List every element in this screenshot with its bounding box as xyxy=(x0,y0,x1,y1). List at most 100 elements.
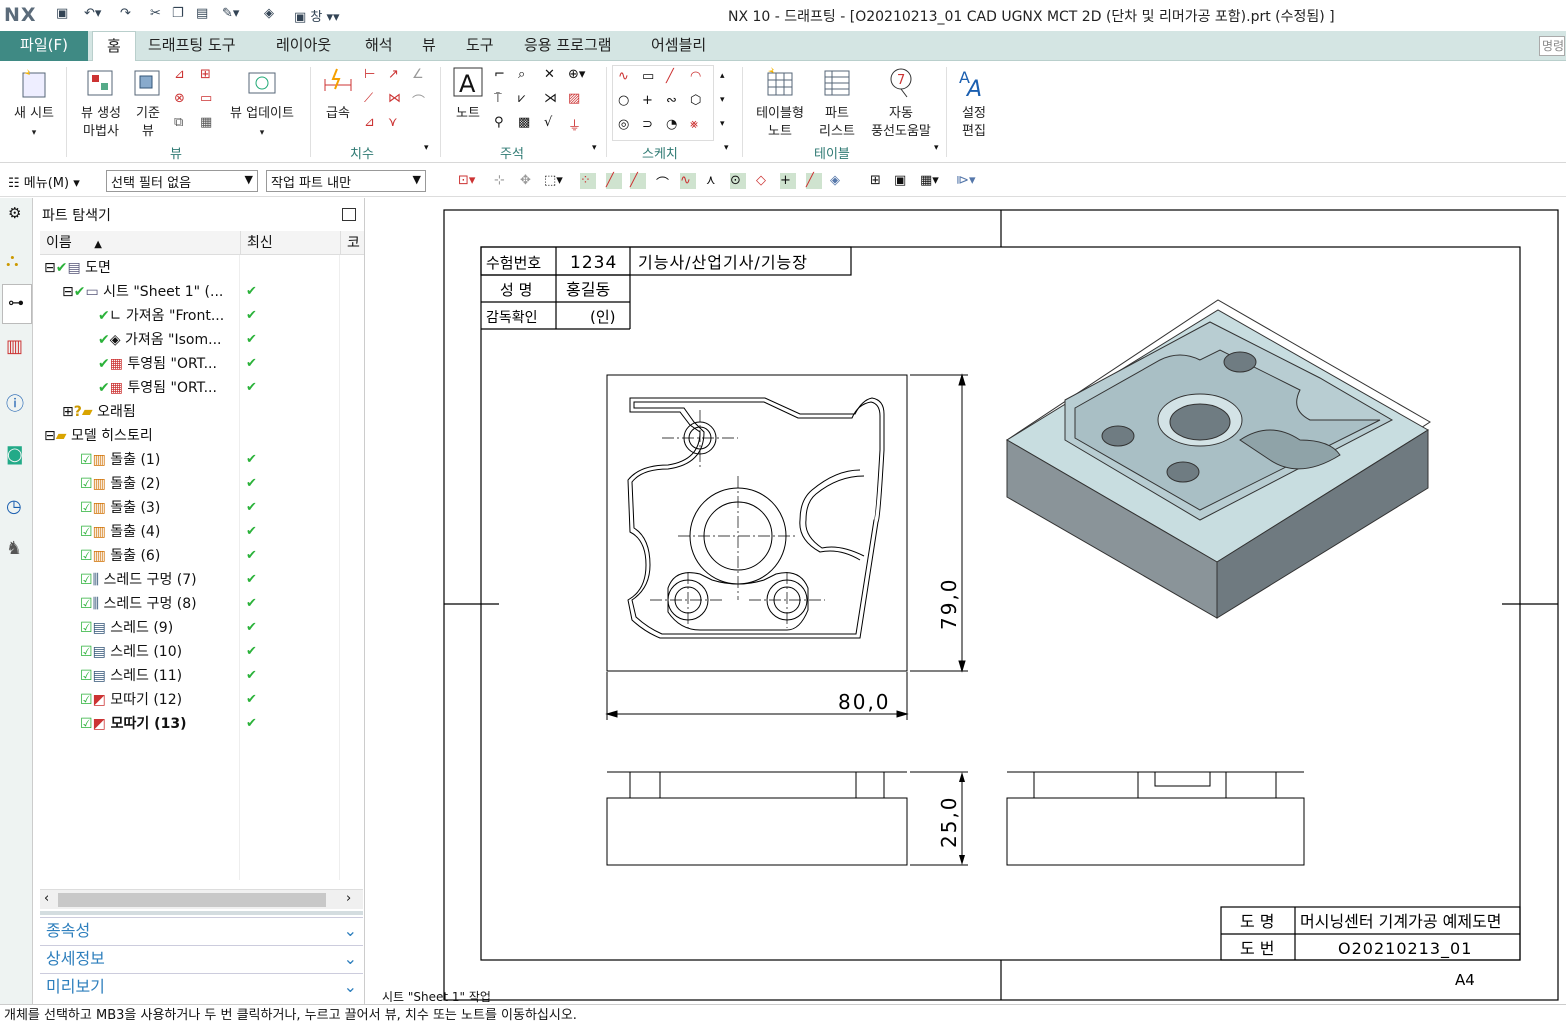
mid-point-icon[interactable]: ╱ xyxy=(630,173,646,189)
checkbox-icon[interactable]: ☑ xyxy=(80,716,93,732)
tree-node-thread-11[interactable]: ☑▤ 스레드 (11) xyxy=(80,664,182,688)
tree-node-out-of-date[interactable]: ⊞?▰ 오래됨 xyxy=(62,400,136,424)
tree-node-chamfer-13[interactable]: ☑◩ 모따기 (13) xyxy=(80,712,186,736)
sketch-spline-icon[interactable]: ∾ xyxy=(666,93,682,109)
tree-node-thread-hole-7[interactable]: ☑⫼ 스레드 구멍 (7) xyxy=(80,568,197,592)
supervisor-value[interactable]: (인) xyxy=(590,308,616,326)
update-view-button[interactable]: 뷰 업데이트 ▾ xyxy=(224,65,300,142)
sketch-more-icon[interactable]: ▾ xyxy=(724,143,729,153)
sketch-profile-icon[interactable]: ∿ xyxy=(618,69,634,85)
name-value[interactable]: 홍길동 xyxy=(566,280,610,299)
table-more-icon[interactable]: ▾ xyxy=(934,143,939,153)
angular-dim-icon[interactable]: ∠ xyxy=(412,67,428,83)
edit-settings-button[interactable]: AA 설정 편집 xyxy=(954,65,994,141)
dim-height-text[interactable]: 79,0 xyxy=(937,577,961,630)
menu-button[interactable]: ☷ 메뉴(M) ▾ xyxy=(8,172,80,191)
break-view-icon[interactable]: ▭ xyxy=(200,91,216,107)
sketch-arc-icon[interactable]: ◠ xyxy=(690,69,706,85)
display-sheet-icon[interactable]: ▦▾ xyxy=(920,173,939,189)
balloon-icon[interactable]: ⚲ xyxy=(494,115,510,131)
reuse-library-icon[interactable]: ▥ xyxy=(6,336,23,357)
checkbox-icon[interactable]: ☑ xyxy=(80,548,93,564)
sketch-trim-icon[interactable]: ⨳ xyxy=(690,117,706,133)
details-panel[interactable]: 상세정보 ⌄ xyxy=(40,945,363,971)
tree-node-thread-hole-8[interactable]: ☑⫼ 스레드 구멍 (8) xyxy=(80,592,197,616)
existing-point-icon[interactable]: + xyxy=(780,173,796,189)
checkbox-icon[interactable]: ☑ xyxy=(80,644,93,660)
note-button[interactable]: A 노트 xyxy=(448,65,488,123)
tab-home[interactable]: 홈 xyxy=(92,31,136,61)
dimension-more-icon[interactable]: ▾ xyxy=(424,143,429,153)
pan-icon[interactable]: ✥ xyxy=(520,173,536,189)
feature-control-frame-icon[interactable]: ⌐ xyxy=(494,67,510,83)
horizontal-scrollbar[interactable]: ‹ › xyxy=(40,889,363,909)
checkbox-icon[interactable]: ☑ xyxy=(80,476,93,492)
info-icon[interactable]: ⓘ xyxy=(6,390,24,416)
tab-applications[interactable]: 응용 프로그램 xyxy=(524,31,612,61)
tree-node-projected-1[interactable]: ✔▦ 투영됨 "ORT... xyxy=(98,352,217,376)
centerline-icon[interactable]: ⊕▾ xyxy=(568,67,585,83)
view-orientation-icon[interactable]: ⧐▾ xyxy=(956,173,976,189)
tree-node-drawing[interactable]: ⊟✔▤ 도면 xyxy=(44,256,111,280)
checkbox-icon[interactable]: ☑ xyxy=(80,692,93,708)
tree-node-chamfer-12[interactable]: ☑◩ 모따기 (12) xyxy=(80,688,182,712)
file-menu[interactable]: 파일(F) xyxy=(0,31,88,61)
radial-dim-icon[interactable]: ↗ xyxy=(388,67,404,83)
tree-node-sheet[interactable]: ⊟✔▭ 시트 "Sheet 1" (... xyxy=(62,280,223,304)
collapse-icon[interactable]: ⊟ xyxy=(62,284,74,300)
exam-grade-text[interactable]: 기능사/산업기사/기능장 xyxy=(638,253,808,272)
datum-target-icon[interactable]: ✕ xyxy=(544,67,560,83)
checkbox-icon[interactable]: ☑ xyxy=(80,572,93,588)
tab-tools[interactable]: 도구 xyxy=(466,31,494,61)
sketch-ellipse-icon[interactable]: ◎ xyxy=(618,117,634,133)
part-navigator-tab-icon[interactable]: ⊶ xyxy=(2,284,32,324)
tree-node-imported-iso[interactable]: ✔◈ 가져옴 "Isom... xyxy=(98,328,221,352)
linear-dim-icon[interactable]: ⊢ xyxy=(364,67,380,83)
new-sheet-button[interactable]: 새 시트 ▾ xyxy=(8,65,60,142)
column-header-comment[interactable]: 코 xyxy=(340,231,364,255)
base-view-button[interactable]: 기준 뷰 xyxy=(130,65,166,141)
pointer-icon[interactable]: ⊹ xyxy=(494,173,510,189)
symbol-icon[interactable]: ⍑ xyxy=(494,91,510,107)
save-icon[interactable]: ▣ xyxy=(56,6,68,24)
selection-scope-select[interactable]: 작업 파트 내만 ▼ xyxy=(266,170,426,192)
drawing-sheet[interactable]: 80,0 79,0 25,0 수험번호 1234 기능사/산업기사/기능장 성 … xyxy=(374,198,1566,1004)
redo-icon[interactable]: ↷ xyxy=(120,6,131,24)
repeat-command-icon[interactable]: ✎▾ xyxy=(222,6,239,24)
tab-view[interactable]: 뷰 xyxy=(422,31,436,61)
region-fill-icon[interactable]: ⏚ xyxy=(568,115,584,134)
weld-symbol-icon[interactable]: ⋊ xyxy=(544,91,560,107)
projected-view-icon[interactable]: ⊿ xyxy=(174,67,190,83)
tree-node-extrude-1[interactable]: ☑▥ 돌출 (1) xyxy=(80,448,160,472)
arc-length-dim-icon[interactable]: ⌒ xyxy=(412,91,428,110)
tree-node-imported-front[interactable]: ✔∟ 가져옴 "Front... xyxy=(98,304,224,328)
rectangle-select-icon[interactable]: ⬚▾ xyxy=(544,173,563,189)
sketch-scroll-down[interactable]: ▾ xyxy=(720,95,725,105)
end-point-icon[interactable]: ╱ xyxy=(606,173,622,189)
sketch-polygon-icon[interactable]: ⬡ xyxy=(690,93,706,109)
point-on-surface-icon[interactable]: ◈ xyxy=(830,173,846,189)
tab-analysis[interactable]: 해석 xyxy=(365,31,393,61)
checkbox-icon[interactable]: ☑ xyxy=(80,524,93,540)
roles-icon[interactable]: ♞ xyxy=(6,538,22,559)
tree-node-extrude-2[interactable]: ☑▥ 돌출 (2) xyxy=(80,472,160,496)
intersection-icon[interactable]: ∿ xyxy=(680,173,696,189)
checkbox-icon[interactable]: ☑ xyxy=(80,596,93,612)
window-menu[interactable]: ▣ 창 ▾▾ xyxy=(294,6,340,25)
scroll-right-icon[interactable]: › xyxy=(346,891,351,906)
sketch-conic-icon[interactable]: ⊃ xyxy=(642,117,658,133)
graphics-window[interactable]: 80,0 79,0 25,0 수험번호 1234 기능사/산업기사/기능장 성 … xyxy=(374,198,1566,1004)
drawing-name-value[interactable]: 머시닝센터 기계가공 예제도면 xyxy=(1300,912,1502,931)
copy-icon[interactable]: ❐ xyxy=(172,6,184,24)
touch-mode-icon[interactable]: ◈ xyxy=(264,6,274,24)
sketch-scroll-up[interactable]: ▴ xyxy=(720,71,725,81)
selection-filter-select[interactable]: 선택 필터 없음 ▼ xyxy=(106,170,258,192)
cut-icon[interactable]: ✂ xyxy=(150,6,161,24)
checkbox-icon[interactable]: ☑ xyxy=(80,452,93,468)
paste-icon[interactable]: ▤ xyxy=(196,6,208,24)
rapid-dimension-button[interactable]: 급속 xyxy=(318,65,358,123)
checkbox-icon[interactable]: ☑ xyxy=(80,500,93,516)
tabular-note-button[interactable]: 테이블형 노트 xyxy=(748,65,812,141)
image-icon[interactable]: ▩ xyxy=(518,115,534,131)
drawing-number-value[interactable]: O20210213_01 xyxy=(1338,939,1472,959)
